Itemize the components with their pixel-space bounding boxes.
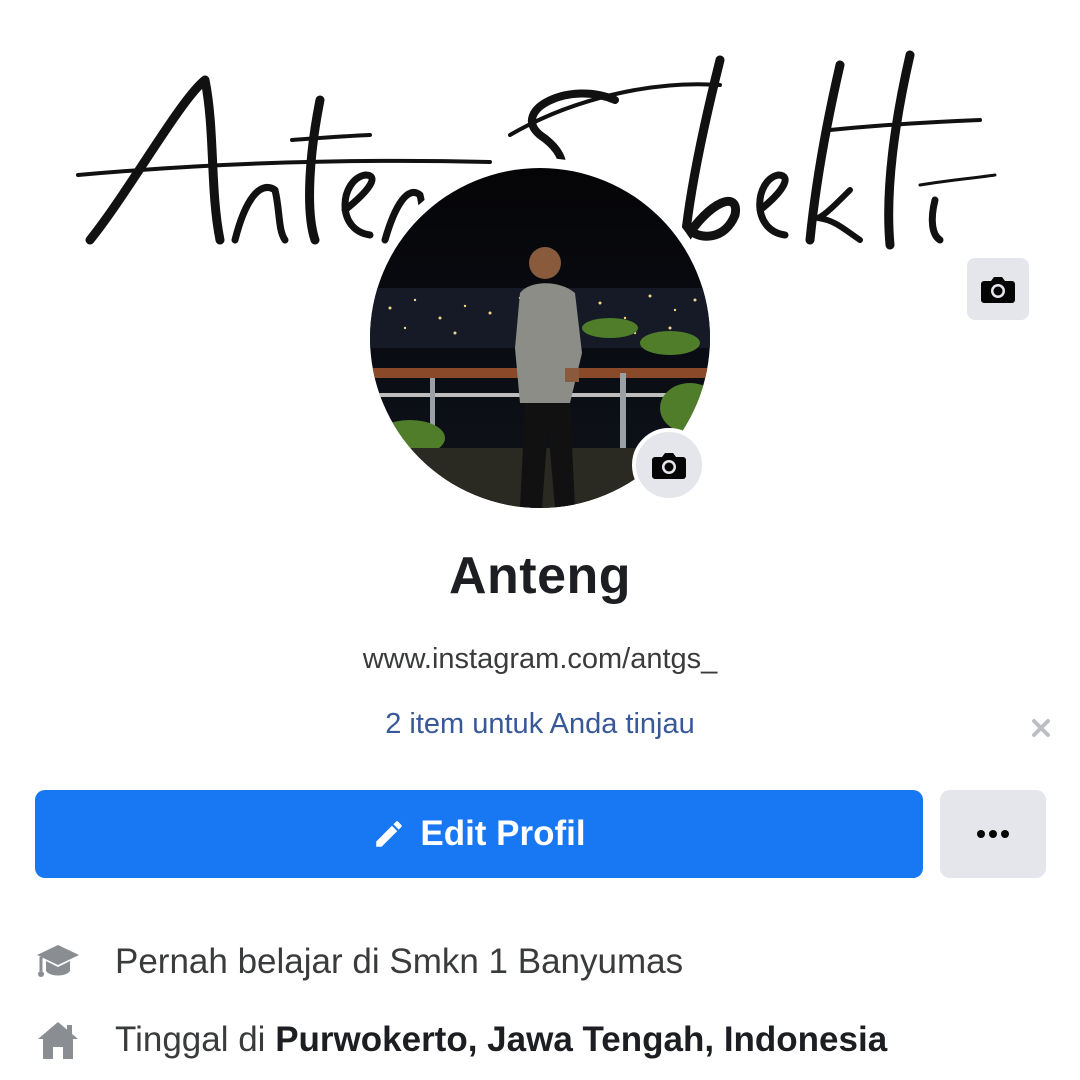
camera-icon xyxy=(981,277,1015,303)
profile-bio: www.instagram.com/antgs_ xyxy=(362,643,718,675)
education-text: Pernah belajar di Smkn 1 Banyumas xyxy=(115,942,684,981)
close-icon xyxy=(1032,719,1050,737)
education-row: Pernah belajar di Smkn 1 Banyumas xyxy=(34,936,1054,988)
profile-name: Anteng xyxy=(448,547,632,605)
profile-picture-camera-button[interactable] xyxy=(632,428,706,502)
residence-prefix: Tinggal di xyxy=(115,1020,276,1059)
graduation-cap-icon xyxy=(34,938,82,986)
residence-row: Tinggal di Purwokerto, Jawa Tengah, Indo… xyxy=(34,1014,1054,1066)
cover-camera-button[interactable] xyxy=(967,258,1029,320)
more-options-button[interactable] xyxy=(940,790,1046,878)
review-items-link[interactable]: 2 item untuk Anda tinjau xyxy=(0,708,1080,741)
edit-profile-label: Edit Profil xyxy=(420,814,586,853)
edit-profile-button[interactable]: Edit Profil xyxy=(35,790,923,878)
residence-place-link[interactable]: Purwokerto, Jawa Tengah, Indonesia xyxy=(275,1020,887,1059)
dismiss-review-button[interactable] xyxy=(1027,714,1055,742)
more-dots-icon xyxy=(977,830,1009,838)
home-icon xyxy=(34,1016,82,1064)
pencil-icon xyxy=(376,821,403,847)
camera-icon xyxy=(652,453,686,479)
residence-text: Tinggal di Purwokerto, Jawa Tengah, Indo… xyxy=(115,1020,887,1060)
